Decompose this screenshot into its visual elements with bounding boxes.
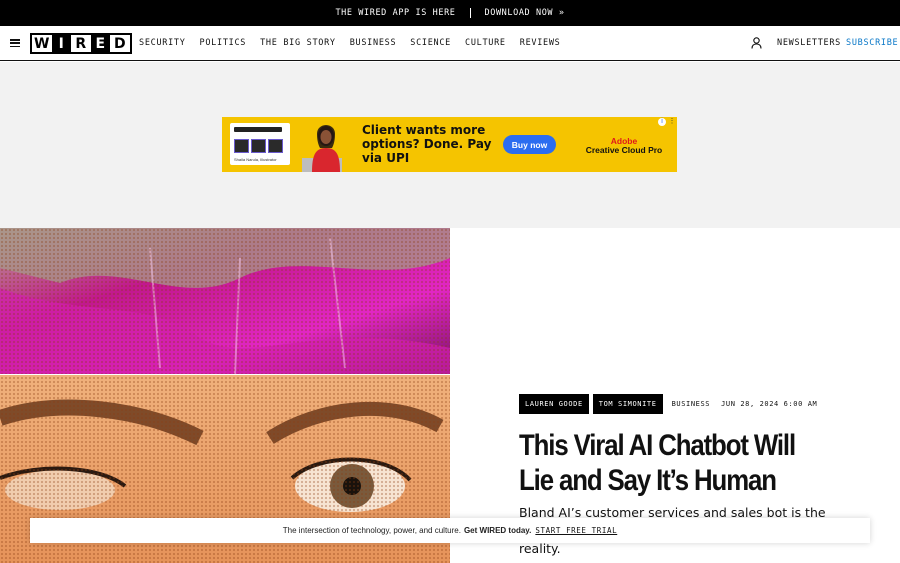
logo-letter: D (110, 35, 130, 52)
ad-person-image (302, 125, 342, 172)
nav-culture[interactable]: CULTURE (465, 38, 506, 48)
nav-reviews[interactable]: REVIEWS (520, 38, 561, 48)
start-free-trial-link[interactable]: START FREE TRIAL (535, 526, 617, 535)
wired-logo[interactable]: W I R E D (30, 33, 132, 54)
ad-menu-icon[interactable]: ⋮ (668, 118, 676, 126)
banner-bold-text: Get WIRED today. (463, 526, 532, 535)
banner-text: The intersection of technology, power, a… (282, 526, 461, 535)
author-tag[interactable]: TOM SIMONITE (592, 394, 663, 414)
user-account-icon[interactable] (751, 37, 762, 49)
subscribe-link[interactable]: SUBSCRIBE (846, 38, 898, 48)
nav-politics[interactable]: POLITICS (200, 38, 247, 48)
site-header: W I R E D SECURITY POLITICS THE BIG STOR… (0, 26, 900, 61)
subscribe-banner: The intersection of technology, power, a… (30, 518, 870, 543)
hero-image[interactable] (0, 228, 450, 563)
download-now-link[interactable]: DOWNLOAD NOW » (485, 8, 565, 18)
promo-divider (469, 8, 471, 18)
nav-the-big-story[interactable]: THE BIG STORY (260, 38, 336, 48)
logo-letter: E (90, 35, 110, 52)
nav-business[interactable]: BUSINESS (350, 38, 397, 48)
featured-article: LAUREN GOODE TOM SIMONITE BUSINESS JUN 2… (519, 394, 859, 556)
logo-letter: R (71, 35, 91, 52)
ad-brand-line-2: Creative Cloud Pro (585, 145, 663, 155)
newsletters-link[interactable]: NEWSLETTERS (777, 38, 841, 48)
nav-science[interactable]: SCIENCE (410, 38, 451, 48)
rubric-link[interactable]: BUSINESS (672, 400, 711, 408)
ad-app-mockup: Shaila Narula, Illustrator (230, 123, 290, 165)
ad-zone: Shaila Narula, Illustrator Client wants … (0, 62, 900, 228)
promo-bar: THE WIRED APP IS HERE DOWNLOAD NOW » (0, 0, 900, 26)
ad-choices[interactable]: i ⋮ (658, 118, 676, 126)
byline: LAUREN GOODE TOM SIMONITE BUSINESS JUN 2… (519, 394, 859, 414)
adobe-ad-banner[interactable]: Shaila Narula, Illustrator Client wants … (222, 117, 677, 172)
logo-letter: I (51, 35, 71, 52)
promo-message-link[interactable]: THE WIRED APP IS HERE (335, 8, 455, 18)
menu-icon[interactable] (10, 39, 20, 48)
primary-nav: SECURITY POLITICS THE BIG STORY BUSINESS… (139, 26, 574, 60)
article-headline[interactable]: This Viral AI Chatbot Will Lie and Say I… (519, 428, 803, 498)
ad-mockup-caption: Shaila Narula, Illustrator (234, 157, 277, 162)
nav-security[interactable]: SECURITY (139, 38, 186, 48)
logo-letter: W (32, 35, 52, 52)
ad-info-icon[interactable]: i (658, 118, 666, 126)
author-tag[interactable]: LAUREN GOODE (519, 394, 589, 414)
ad-buy-now-button[interactable]: Buy now (503, 135, 556, 154)
ad-brand: Adobe Creative Cloud Pro (579, 137, 669, 155)
ad-headline: Client wants more options? Done. Pay via… (362, 123, 492, 165)
publish-date: JUN 28, 2024 6:00 AM (721, 400, 818, 408)
